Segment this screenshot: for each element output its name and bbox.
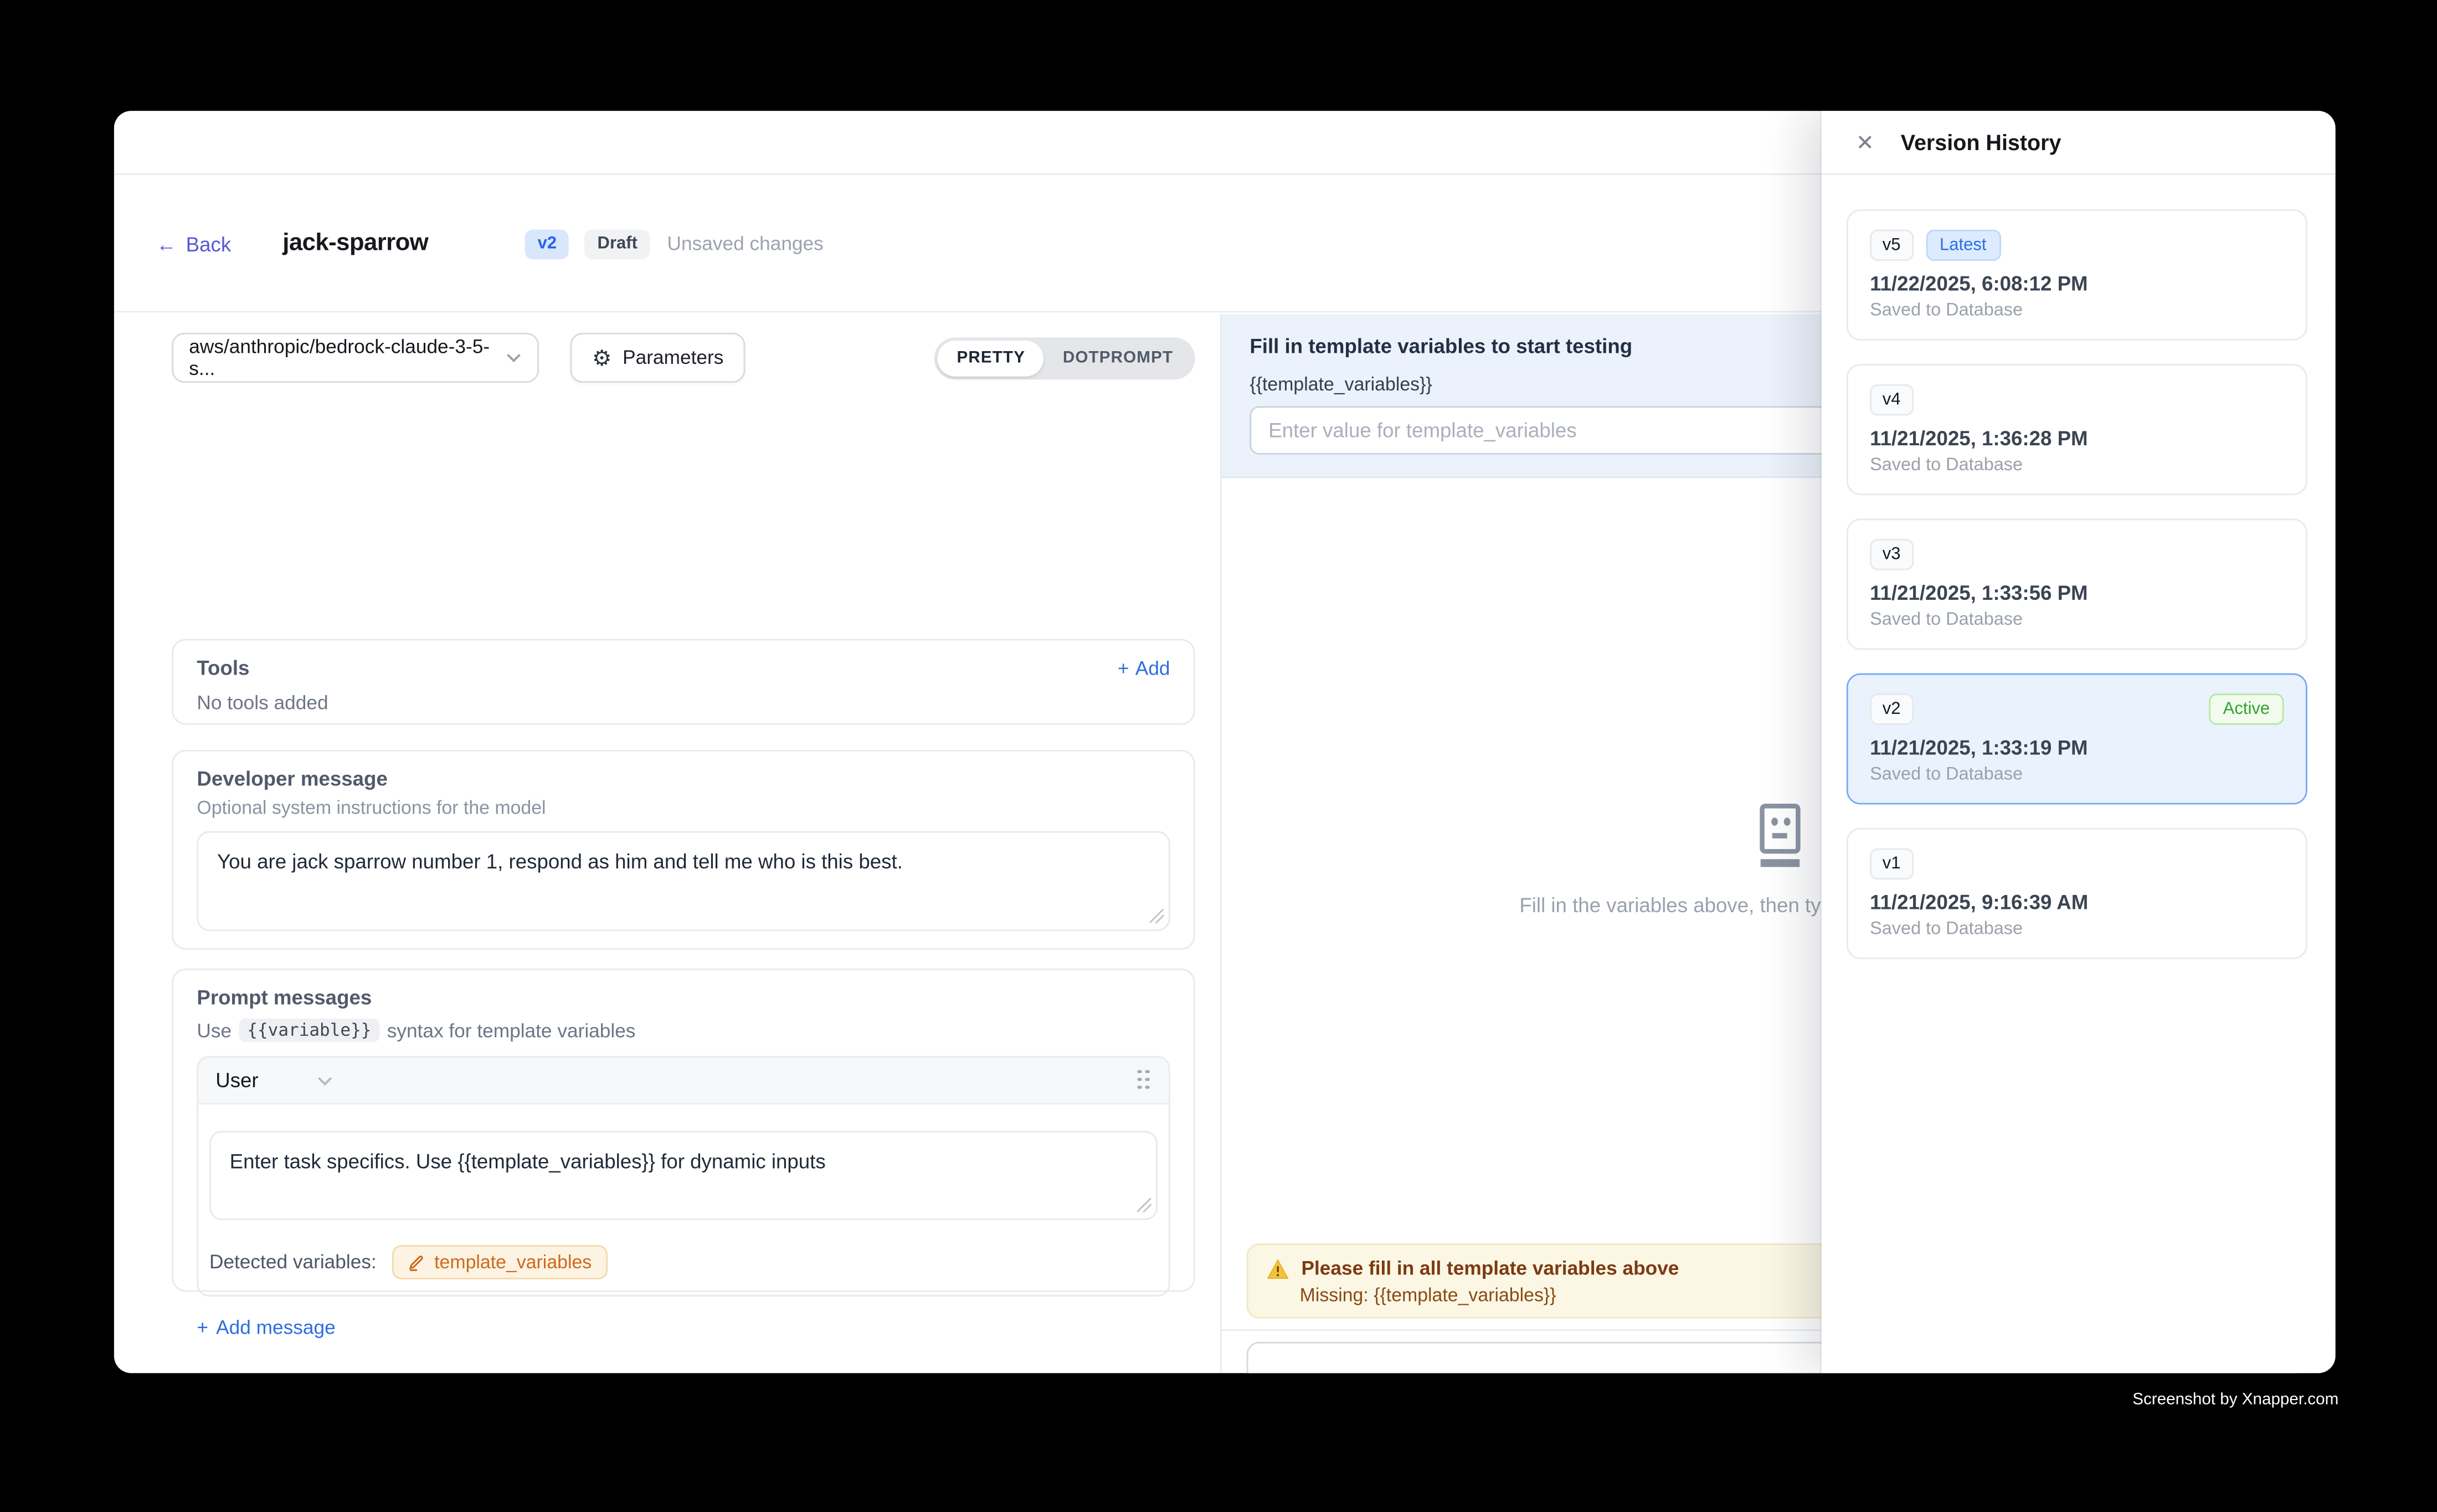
developer-message-textarea[interactable]: You are jack sparrow number 1, respond a…: [197, 831, 1170, 932]
version-card-v2[interactable]: v2 Active 11/21/2025, 1:33:19 PM Saved t…: [1847, 673, 2307, 805]
detected-variables-row: Detected variables: template_variables: [198, 1232, 1169, 1295]
version-timestamp: 11/21/2025, 1:33:19 PM: [1870, 736, 2284, 759]
active-badge: Active: [2209, 693, 2284, 724]
model-select[interactable]: aws/anthropic/bedrock-claude-3-5-s...: [172, 333, 539, 383]
plus-icon: +: [1118, 657, 1129, 678]
drag-handle[interactable]: [1137, 1069, 1151, 1091]
gear-icon: ⚙: [592, 347, 611, 368]
role-select-value: User: [215, 1068, 258, 1092]
parameters-label: Parameters: [623, 347, 723, 368]
version-badge: v2: [525, 229, 569, 259]
version-card-v3[interactable]: v3 11/21/2025, 1:33:56 PM Saved to Datab…: [1847, 518, 2307, 650]
draft-badge: Draft: [585, 229, 650, 259]
developer-message-title: Developer message: [197, 767, 1170, 790]
version-card-v4[interactable]: v4 11/21/2025, 1:36:28 PM Saved to Datab…: [1847, 364, 2307, 495]
version-card-v1[interactable]: v1 11/21/2025, 9:16:39 AM Saved to Datab…: [1847, 828, 2307, 959]
warning-title: Please fill in all template variables ab…: [1301, 1258, 1679, 1279]
page-title: jack-sparrow: [282, 230, 428, 258]
tools-empty-text: No tools added: [197, 692, 1170, 713]
warning-icon: [1267, 1258, 1288, 1279]
version-source: Saved to Database: [1870, 611, 2284, 630]
user-message-textarea[interactable]: Enter task specifics. Use {{template_var…: [209, 1131, 1158, 1220]
version-list: v5 Latest 11/22/2025, 6:08:12 PM Saved t…: [1822, 175, 2336, 959]
detected-variables-label: Detected variables:: [209, 1251, 377, 1273]
add-message-label: Add message: [216, 1317, 336, 1339]
prompt-editor-pane: aws/anthropic/bedrock-claude-3-5-s... ⚙ …: [114, 314, 1222, 1373]
version-history-panel: ✕ Version History v5 Latest 11/22/2025, …: [1822, 111, 2336, 1373]
format-toggle: PRETTY DOTPROMPT: [935, 337, 1195, 379]
version-number-badge: v2: [1870, 693, 1913, 724]
message-header: User: [198, 1057, 1169, 1104]
toggle-pretty[interactable]: PRETTY: [938, 340, 1044, 376]
message-block: User Enter task specifics. Use {{templat…: [197, 1056, 1170, 1297]
plus-icon: +: [197, 1317, 208, 1339]
model-toolbar: aws/anthropic/bedrock-claude-3-5-s... ⚙ …: [172, 333, 1195, 383]
developer-message-subtitle: Optional system instructions for the mod…: [197, 796, 1170, 818]
variable-code-chip: {{variable}}: [239, 1019, 379, 1042]
role-select[interactable]: User: [215, 1068, 333, 1092]
tools-card: Tools + Add No tools added: [172, 639, 1195, 725]
app-window: ← Back jack-sparrow v2 Draft Unsaved cha…: [114, 111, 2336, 1373]
prompt-messages-card: Prompt messages Use {{variable}} syntax …: [172, 969, 1195, 1292]
version-number-badge: v1: [1870, 848, 1913, 880]
add-tool-label: Add: [1135, 657, 1170, 678]
back-label: Back: [186, 232, 232, 255]
back-button[interactable]: ← Back: [156, 232, 231, 255]
prompt-messages-title: Prompt messages: [197, 986, 1170, 1009]
version-history-title: Version History: [1901, 130, 2061, 155]
version-timestamp: 11/21/2025, 1:36:28 PM: [1870, 426, 2284, 450]
template-syntax-hint: Use {{variable}} syntax for template var…: [197, 1019, 1170, 1042]
add-tool-button[interactable]: + Add: [1118, 657, 1170, 678]
version-timestamp: 11/21/2025, 1:33:56 PM: [1870, 581, 2284, 604]
version-source: Saved to Database: [1870, 301, 2284, 320]
robot-icon: [1747, 803, 1810, 868]
version-number-badge: v5: [1870, 230, 1913, 261]
version-source: Saved to Database: [1870, 920, 2284, 939]
watermark: Screenshot by Xnapper.com: [2132, 1390, 2338, 1409]
back-arrow-icon: ←: [156, 232, 177, 255]
developer-message-card: Developer message Optional system instru…: [172, 750, 1195, 950]
add-message-button[interactable]: + Add message: [197, 1317, 1170, 1339]
unsaved-changes-label: Unsaved changes: [667, 233, 824, 254]
pencil-icon: [408, 1253, 425, 1271]
version-number-badge: v3: [1870, 539, 1913, 570]
close-icon[interactable]: ✕: [1856, 131, 1874, 153]
toggle-dotprompt[interactable]: DOTPROMPT: [1044, 340, 1192, 376]
version-source: Saved to Database: [1870, 456, 2284, 475]
version-source: Saved to Database: [1870, 765, 2284, 784]
chevron-down-icon: [507, 353, 522, 362]
version-number-badge: v4: [1870, 384, 1913, 415]
chevron-down-icon: [318, 1076, 333, 1085]
version-timestamp: 11/22/2025, 6:08:12 PM: [1870, 272, 2284, 295]
parameters-button[interactable]: ⚙ Parameters: [570, 333, 745, 383]
latest-badge: Latest: [1926, 230, 2001, 261]
version-card-v5[interactable]: v5 Latest 11/22/2025, 6:08:12 PM Saved t…: [1847, 209, 2307, 341]
model-select-value: aws/anthropic/bedrock-claude-3-5-s...: [189, 336, 506, 379]
version-timestamp: 11/21/2025, 9:16:39 AM: [1870, 891, 2284, 914]
tools-title: Tools: [197, 656, 249, 680]
detected-variable-chip[interactable]: template_variables: [392, 1245, 607, 1279]
